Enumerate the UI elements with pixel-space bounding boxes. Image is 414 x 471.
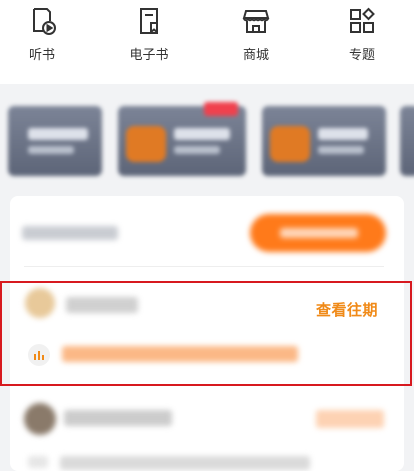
banner-card[interactable]	[262, 106, 386, 176]
banner-carousel[interactable]	[0, 98, 414, 184]
ebook-icon	[119, 6, 179, 36]
divider	[24, 266, 384, 267]
nav-label-store: 商城	[242, 48, 269, 63]
nav-item-audiobook[interactable]: 听书	[12, 6, 72, 66]
author-name-placeholder	[64, 410, 172, 426]
card-title-placeholder	[22, 226, 118, 240]
avatar[interactable]	[24, 403, 56, 435]
nav-item-ebook[interactable]: 电子书	[119, 6, 179, 66]
topics-grid-icon	[332, 6, 392, 36]
top-nav: 听书 电子书 商城 专题	[0, 0, 414, 84]
banner-card[interactable]	[8, 106, 102, 176]
card-action-button[interactable]	[250, 214, 386, 252]
nav-item-store[interactable]: 商城	[226, 6, 286, 66]
nav-label-ebook: 电子书	[129, 48, 169, 63]
episode-title-placeholder	[60, 456, 310, 470]
store-icon	[226, 6, 286, 36]
view-past-link-placeholder[interactable]	[316, 410, 384, 428]
banner-card[interactable]	[400, 106, 414, 176]
nav-item-topics[interactable]: 专题	[332, 6, 392, 66]
banner-card[interactable]	[118, 102, 246, 176]
nav-label-topics: 专题	[348, 48, 375, 63]
highlight-box	[0, 281, 412, 386]
audio-icon-placeholder	[28, 456, 48, 468]
nav-label-audiobook: 听书	[28, 48, 55, 63]
audiobook-icon	[12, 6, 72, 36]
